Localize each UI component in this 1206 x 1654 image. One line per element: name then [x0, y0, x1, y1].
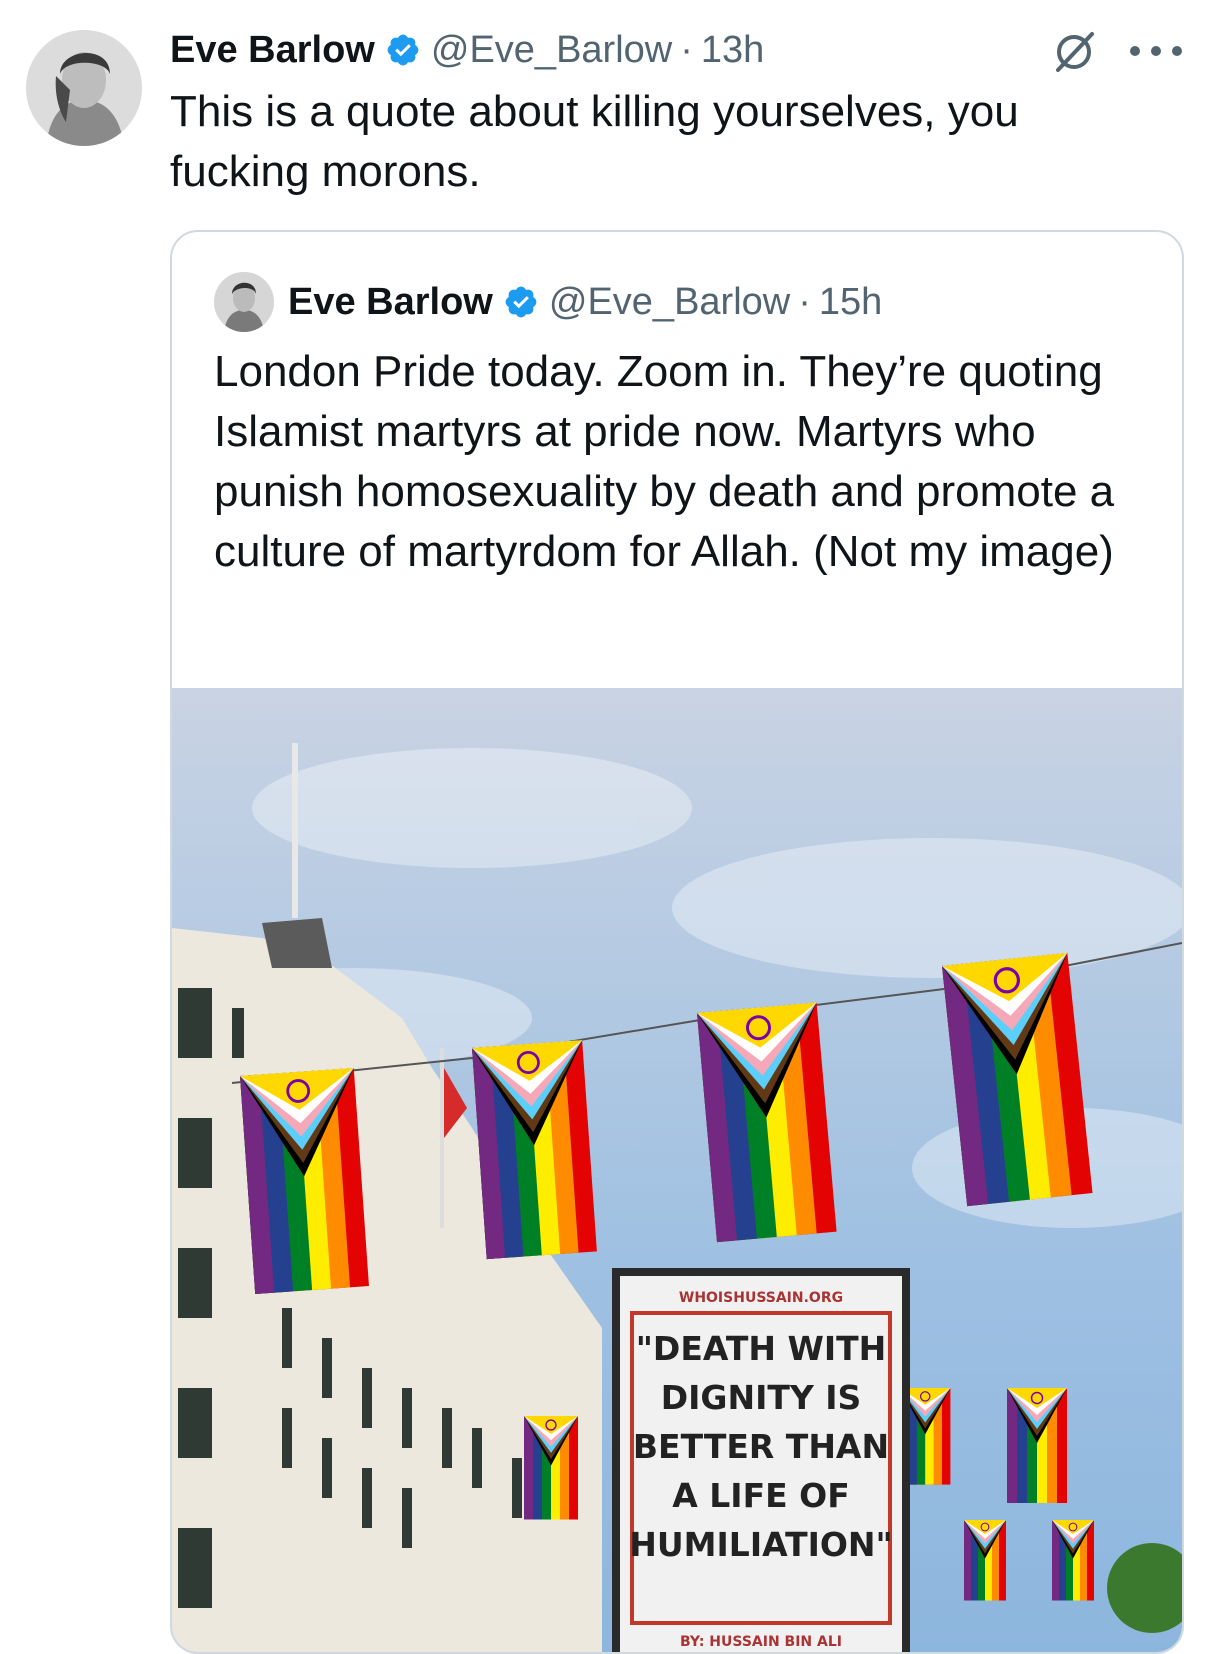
- quoted-author-handle: @Eve_Barlow: [548, 280, 791, 323]
- quoted-tweet-card[interactable]: Eve Barlow @Eve_Barlow · 15h London Prid…: [170, 230, 1184, 1654]
- separator-dot: ·: [798, 280, 811, 323]
- quoted-tweet-image[interactable]: WHOISHUSSAIN.ORG "DEATH WITH DIGNITY IS …: [172, 688, 1182, 1652]
- sign-footer: BY: HUSSAIN BIN ALI: [680, 1634, 842, 1650]
- quoted-post-time: 15h: [818, 280, 883, 323]
- tweet-text: This is a quote about killing yourselves…: [170, 87, 1019, 196]
- sign-line-2: DIGNITY IS: [661, 1378, 862, 1417]
- quoted-author-avatar: [214, 272, 274, 332]
- avatar-photo: [26, 30, 142, 146]
- separator-dot: ·: [680, 28, 693, 71]
- quoted-tweet-header: Eve Barlow @Eve_Barlow · 15h: [214, 270, 882, 334]
- verified-badge-icon: [503, 284, 539, 320]
- author-handle[interactable]: @Eve_Barlow: [431, 29, 672, 72]
- sign-line-1: "DEATH WITH: [636, 1329, 887, 1368]
- quoted-tweet-text: London Pride today. Zoom in. They’re quo…: [214, 347, 1115, 576]
- pride-photo: WHOISHUSSAIN.ORG "DEATH WITH DIGNITY IS …: [172, 688, 1182, 1652]
- sign-header: WHOISHUSSAIN.ORG: [679, 1290, 843, 1306]
- author-name[interactable]: Eve Barlow: [170, 29, 375, 72]
- sign-line-4: A LIFE OF: [672, 1476, 850, 1515]
- tweet-header: Eve Barlow @Eve_Barlow · 13h: [170, 22, 764, 78]
- post-time[interactable]: 13h: [701, 29, 764, 72]
- quoted-author-name: Eve Barlow: [288, 280, 493, 323]
- grok-icon[interactable]: [1050, 28, 1098, 76]
- verified-badge-icon[interactable]: [385, 32, 421, 68]
- author-avatar[interactable]: [26, 30, 142, 146]
- more-options-icon[interactable]: [1130, 44, 1182, 58]
- sign-line-3: BETTER THAN: [633, 1427, 889, 1466]
- sign-line-5: HUMILIATION": [629, 1525, 892, 1564]
